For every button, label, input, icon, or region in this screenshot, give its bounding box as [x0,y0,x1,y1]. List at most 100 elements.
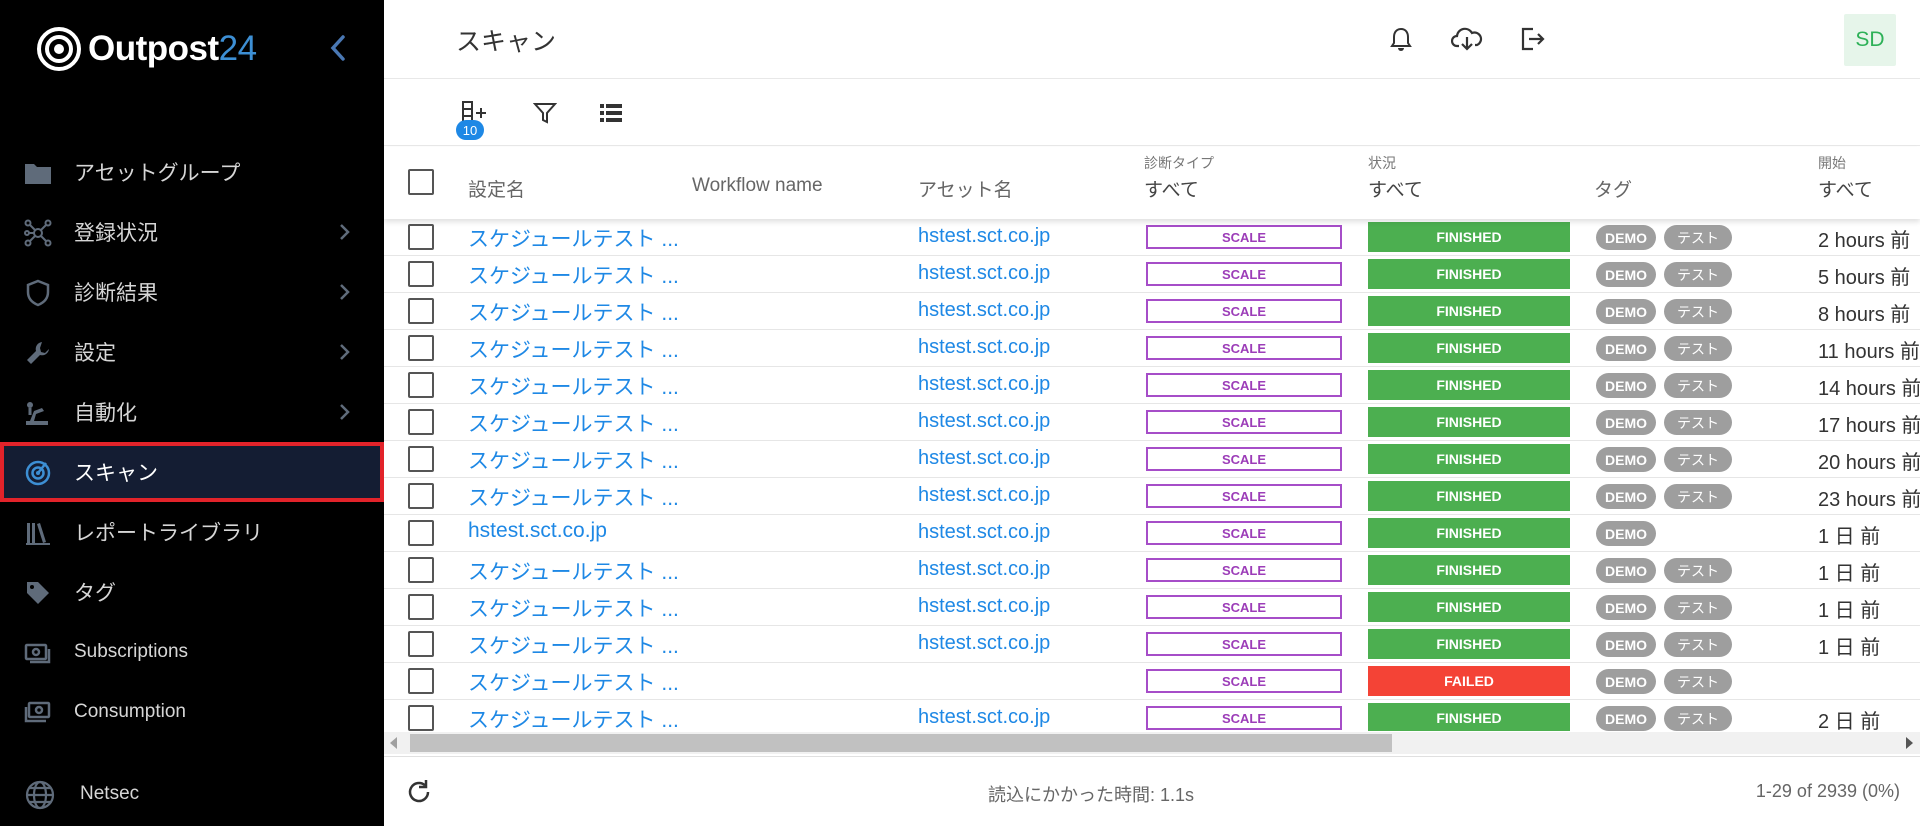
download-button[interactable] [1450,22,1484,56]
asset-link[interactable]: hstest.sct.co.jp [918,336,1050,359]
asset-link[interactable]: hstest.sct.co.jp [918,521,1050,544]
column-header-type-filter[interactable]: すべて [1144,175,1214,202]
asset-link[interactable]: hstest.sct.co.jp [918,447,1050,470]
sidebar-item-registration-status[interactable]: 登録状況 [0,202,384,262]
table-row[interactable]: スケジュールテスト ... hstest.sct.co.jp SCALE FINISH… [384,626,1920,663]
tag-chip[interactable]: テスト [1664,484,1732,509]
tag-chip[interactable]: DEMO [1596,447,1656,472]
refresh-icon[interactable] [404,777,434,807]
tag-chip[interactable]: DEMO [1596,558,1656,583]
asset-link[interactable]: hstest.sct.co.jp [918,558,1050,581]
scroll-right-arrow-icon[interactable] [1906,737,1913,749]
tag-chip[interactable]: DEMO [1596,410,1656,435]
sidebar-item-tags[interactable]: タグ [0,562,384,622]
scan-name-link[interactable]: スケジュールテスト ... [468,556,679,586]
scan-name-link[interactable]: hstest.sct.co.jp [468,519,607,543]
scan-name-link[interactable]: スケジュールテスト ... [468,371,679,401]
tag-chip[interactable]: DEMO [1596,373,1656,398]
table-row[interactable]: スケジュールテスト ... hstest.sct.co.jp SCALE FINISH… [384,293,1920,330]
table-row[interactable]: スケジュールテスト ... hstest.sct.co.jp SCALE FINISH… [384,589,1920,626]
row-checkbox[interactable] [408,372,434,398]
user-avatar[interactable]: SD [1844,14,1896,66]
row-checkbox[interactable] [408,557,434,583]
tag-chip[interactable]: テスト [1664,373,1732,398]
asset-link[interactable]: hstest.sct.co.jp [918,225,1050,248]
table-row[interactable]: スケジュールテスト ... hstest.sct.co.jp SCALE FINISH… [384,700,1920,731]
table-row[interactable]: スケジュールテスト ... hstest.sct.co.jp SCALE FINISH… [384,552,1920,589]
scan-name-link[interactable]: スケジュールテスト ... [468,593,679,623]
sidebar-item-findings[interactable]: 診断結果 [0,262,384,322]
asset-link[interactable]: hstest.sct.co.jp [918,299,1050,322]
column-header-start-filter[interactable]: すべて [1818,175,1873,202]
tag-chip[interactable]: テスト [1664,447,1732,472]
asset-link[interactable]: hstest.sct.co.jp [918,410,1050,433]
tag-chip[interactable]: テスト [1664,558,1732,583]
row-checkbox[interactable] [408,705,434,731]
tag-chip[interactable]: DEMO [1596,706,1656,731]
row-checkbox[interactable] [408,668,434,694]
sidebar-item-subscriptions[interactable]: Subscriptions [0,622,384,682]
scan-name-link[interactable]: スケジュールテスト ... [468,445,679,475]
table-row[interactable]: スケジュールテスト ... hstest.sct.co.jp SCALE FINISH… [384,404,1920,441]
tag-chip[interactable]: DEMO [1596,669,1656,694]
table-row[interactable]: hstest.sct.co.jp hstest.sct.co.jp SCALE FIN… [384,515,1920,552]
tag-chip[interactable]: テスト [1664,262,1732,287]
column-header-type[interactable]: 診断タイプ すべて [1144,153,1214,202]
row-checkbox[interactable] [408,409,434,435]
tag-chip[interactable]: テスト [1664,410,1732,435]
tag-chip[interactable]: テスト [1664,225,1732,250]
tag-chip[interactable]: DEMO [1596,632,1656,657]
tag-chip[interactable]: テスト [1664,669,1732,694]
horizontal-scrollbar[interactable] [384,732,1920,754]
table-row[interactable]: スケジュールテスト ... hstest.sct.co.jp SCALE FINISH… [384,256,1920,293]
table-row[interactable]: スケジュールテスト ... hstest.sct.co.jp SCALE FINISH… [384,330,1920,367]
asset-link[interactable]: hstest.sct.co.jp [918,706,1050,729]
sidebar-item-settings[interactable]: 設定 [0,322,384,382]
scan-name-link[interactable]: スケジュールテスト ... [468,223,679,253]
column-header-asset[interactable]: アセット名 [918,175,1013,202]
scan-name-link[interactable]: スケジュールテスト ... [468,482,679,512]
row-checkbox[interactable] [408,335,434,361]
sidebar-item-consumption[interactable]: Consumption [0,682,384,742]
column-header-status[interactable]: 状況 すべて [1368,153,1423,202]
asset-link[interactable]: hstest.sct.co.jp [918,373,1050,396]
tag-chip[interactable]: DEMO [1596,262,1656,287]
columns-button[interactable] [594,96,628,130]
scroll-left-arrow-icon[interactable] [390,737,397,749]
column-header-status-filter[interactable]: すべて [1368,175,1423,202]
tag-chip[interactable]: テスト [1664,336,1732,361]
column-header-start[interactable]: 開始 すべて [1818,153,1873,202]
table-row[interactable]: スケジュールテスト ... hstest.sct.co.jp SCALE FINISH… [384,367,1920,404]
row-checkbox[interactable] [408,520,434,546]
scan-name-link[interactable]: スケジュールテスト ... [468,334,679,364]
logout-button[interactable] [1516,22,1550,56]
scan-name-link[interactable]: スケジュールテスト ... [468,297,679,327]
sidebar-item-netsec[interactable]: Netsec [0,764,384,824]
row-checkbox[interactable] [408,261,434,287]
tag-chip[interactable]: テスト [1664,632,1732,657]
scan-name-link[interactable]: スケジュールテスト ... [468,667,679,697]
table-row[interactable]: スケジュールテスト ... hstest.sct.co.jp SCALE FINISH… [384,478,1920,515]
select-all-checkbox[interactable] [408,169,434,195]
table-row[interactable]: スケジュールテスト ... SCALE FAILED DEMO テスト [384,663,1920,700]
row-checkbox[interactable] [408,446,434,472]
tag-chip[interactable]: テスト [1664,299,1732,324]
scan-name-link[interactable]: スケジュールテスト ... [468,630,679,660]
table-row[interactable]: スケジュールテスト ... hstest.sct.co.jp SCALE FINISH… [384,441,1920,478]
tag-chip[interactable]: テスト [1664,706,1732,731]
sidebar-item-scan[interactable]: スキャン [0,442,384,502]
column-header-tags[interactable]: タグ [1594,175,1632,202]
row-checkbox[interactable] [408,224,434,250]
collapse-sidebar-button[interactable] [322,30,354,66]
notifications-button[interactable] [1384,22,1418,56]
sidebar-item-report-library[interactable]: レポートライブラリ [0,502,384,562]
asset-link[interactable]: hstest.sct.co.jp [918,262,1050,285]
row-checkbox[interactable] [408,483,434,509]
asset-link[interactable]: hstest.sct.co.jp [918,484,1050,507]
scrollbar-thumb[interactable] [410,734,1392,752]
table-row[interactable]: スケジュールテスト ... hstest.sct.co.jp SCALE FINISH… [384,219,1920,256]
asset-link[interactable]: hstest.sct.co.jp [918,632,1050,655]
tag-chip[interactable]: DEMO [1596,336,1656,361]
tag-chip[interactable]: テスト [1664,595,1732,620]
sidebar-item-automation[interactable]: 自動化 [0,382,384,442]
